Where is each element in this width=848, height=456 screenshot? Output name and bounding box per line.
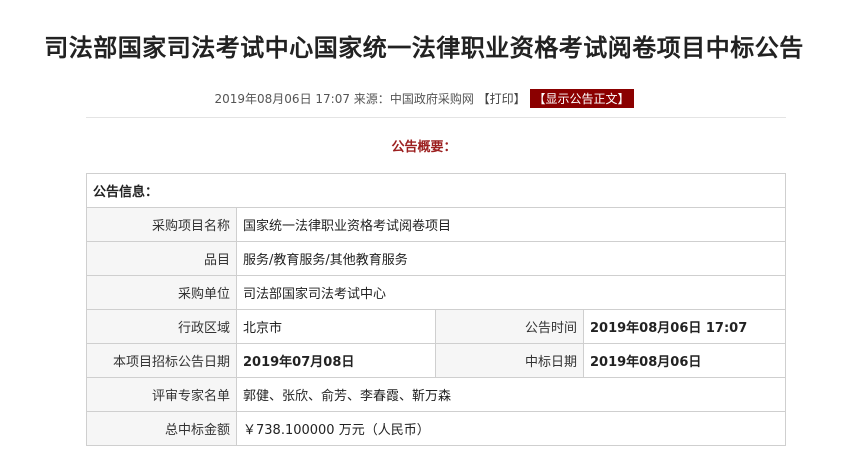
print-link[interactable]: 【打印】	[478, 92, 526, 106]
notice-info-table: 公告信息： 采购项目名称 国家统一法律职业资格考试阅卷项目 品目 服务/教育服务…	[85, 173, 787, 446]
notice-time-label: 公告时间	[435, 309, 584, 344]
page-title: 司法部国家司法考试中心国家统一法律职业资格考试阅卷项目中标公告	[44, 34, 804, 62]
experts-value: 郭健、张欣、俞芳、李春霞、靳万森	[235, 377, 787, 412]
category-label: 品目	[86, 241, 237, 276]
amount-label: 总中标金额	[86, 411, 237, 446]
table-row: 本项目招标公告日期 2019年07月08日 中标日期 2019年08月06日	[86, 343, 787, 378]
category-value: 服务/教育服务/其他教育服务	[235, 241, 787, 276]
amount-value: ￥738.100000 万元（人民币）	[235, 411, 787, 446]
region-value: 北京市	[236, 309, 436, 344]
source-name: 中国政府采购网	[389, 92, 474, 106]
show-full-text-button[interactable]: 【显示公告正文】	[529, 89, 634, 108]
table-row: 评审专家名单 郭健、张欣、俞芳、李春霞、靳万森	[86, 377, 787, 412]
purchaser-value: 司法部国家司法考试中心	[235, 275, 787, 310]
region-label: 行政区域	[86, 309, 237, 344]
purchaser-label: 采购单位	[86, 275, 237, 310]
tender-date-value: 2019年07月08日	[236, 343, 436, 378]
table-row: 公告信息：	[85, 173, 787, 208]
table-row: 采购单位 司法部国家司法考试中心	[86, 275, 787, 310]
table-row: 品目 服务/教育服务/其他教育服务	[86, 241, 787, 276]
experts-label: 评审专家名单	[86, 377, 237, 412]
table-row: 总中标金额 ￥738.100000 万元（人民币）	[86, 411, 787, 446]
project-name-label: 采购项目名称	[86, 207, 237, 242]
table-row: 采购项目名称 国家统一法律职业资格考试阅卷项目	[86, 207, 787, 242]
source-label: 来源：	[353, 92, 390, 106]
table-row: 行政区域 北京市 公告时间 2019年08月06日 17:07	[86, 309, 787, 344]
notice-page: 司法部国家司法考试中心国家统一法律职业资格考试阅卷项目中标公告 2019年08月…	[0, 0, 848, 456]
overview-heading: 公告概要：	[391, 140, 457, 155]
award-date-label: 中标日期	[435, 343, 584, 378]
publish-datetime: 2019年08月06日 17:07	[214, 92, 350, 106]
notice-meta: 2019年08月06日 17:07 来源：中国政府采购网 【打印】 【显示公告正…	[0, 89, 848, 108]
notice-time-value: 2019年08月06日 17:07	[582, 309, 787, 344]
tender-date-label: 本项目招标公告日期	[86, 343, 237, 378]
award-date-value: 2019年08月06日	[582, 343, 787, 378]
divider	[86, 117, 786, 118]
project-name-value: 国家统一法律职业资格考试阅卷项目	[235, 207, 787, 242]
info-header: 公告信息：	[85, 173, 787, 208]
